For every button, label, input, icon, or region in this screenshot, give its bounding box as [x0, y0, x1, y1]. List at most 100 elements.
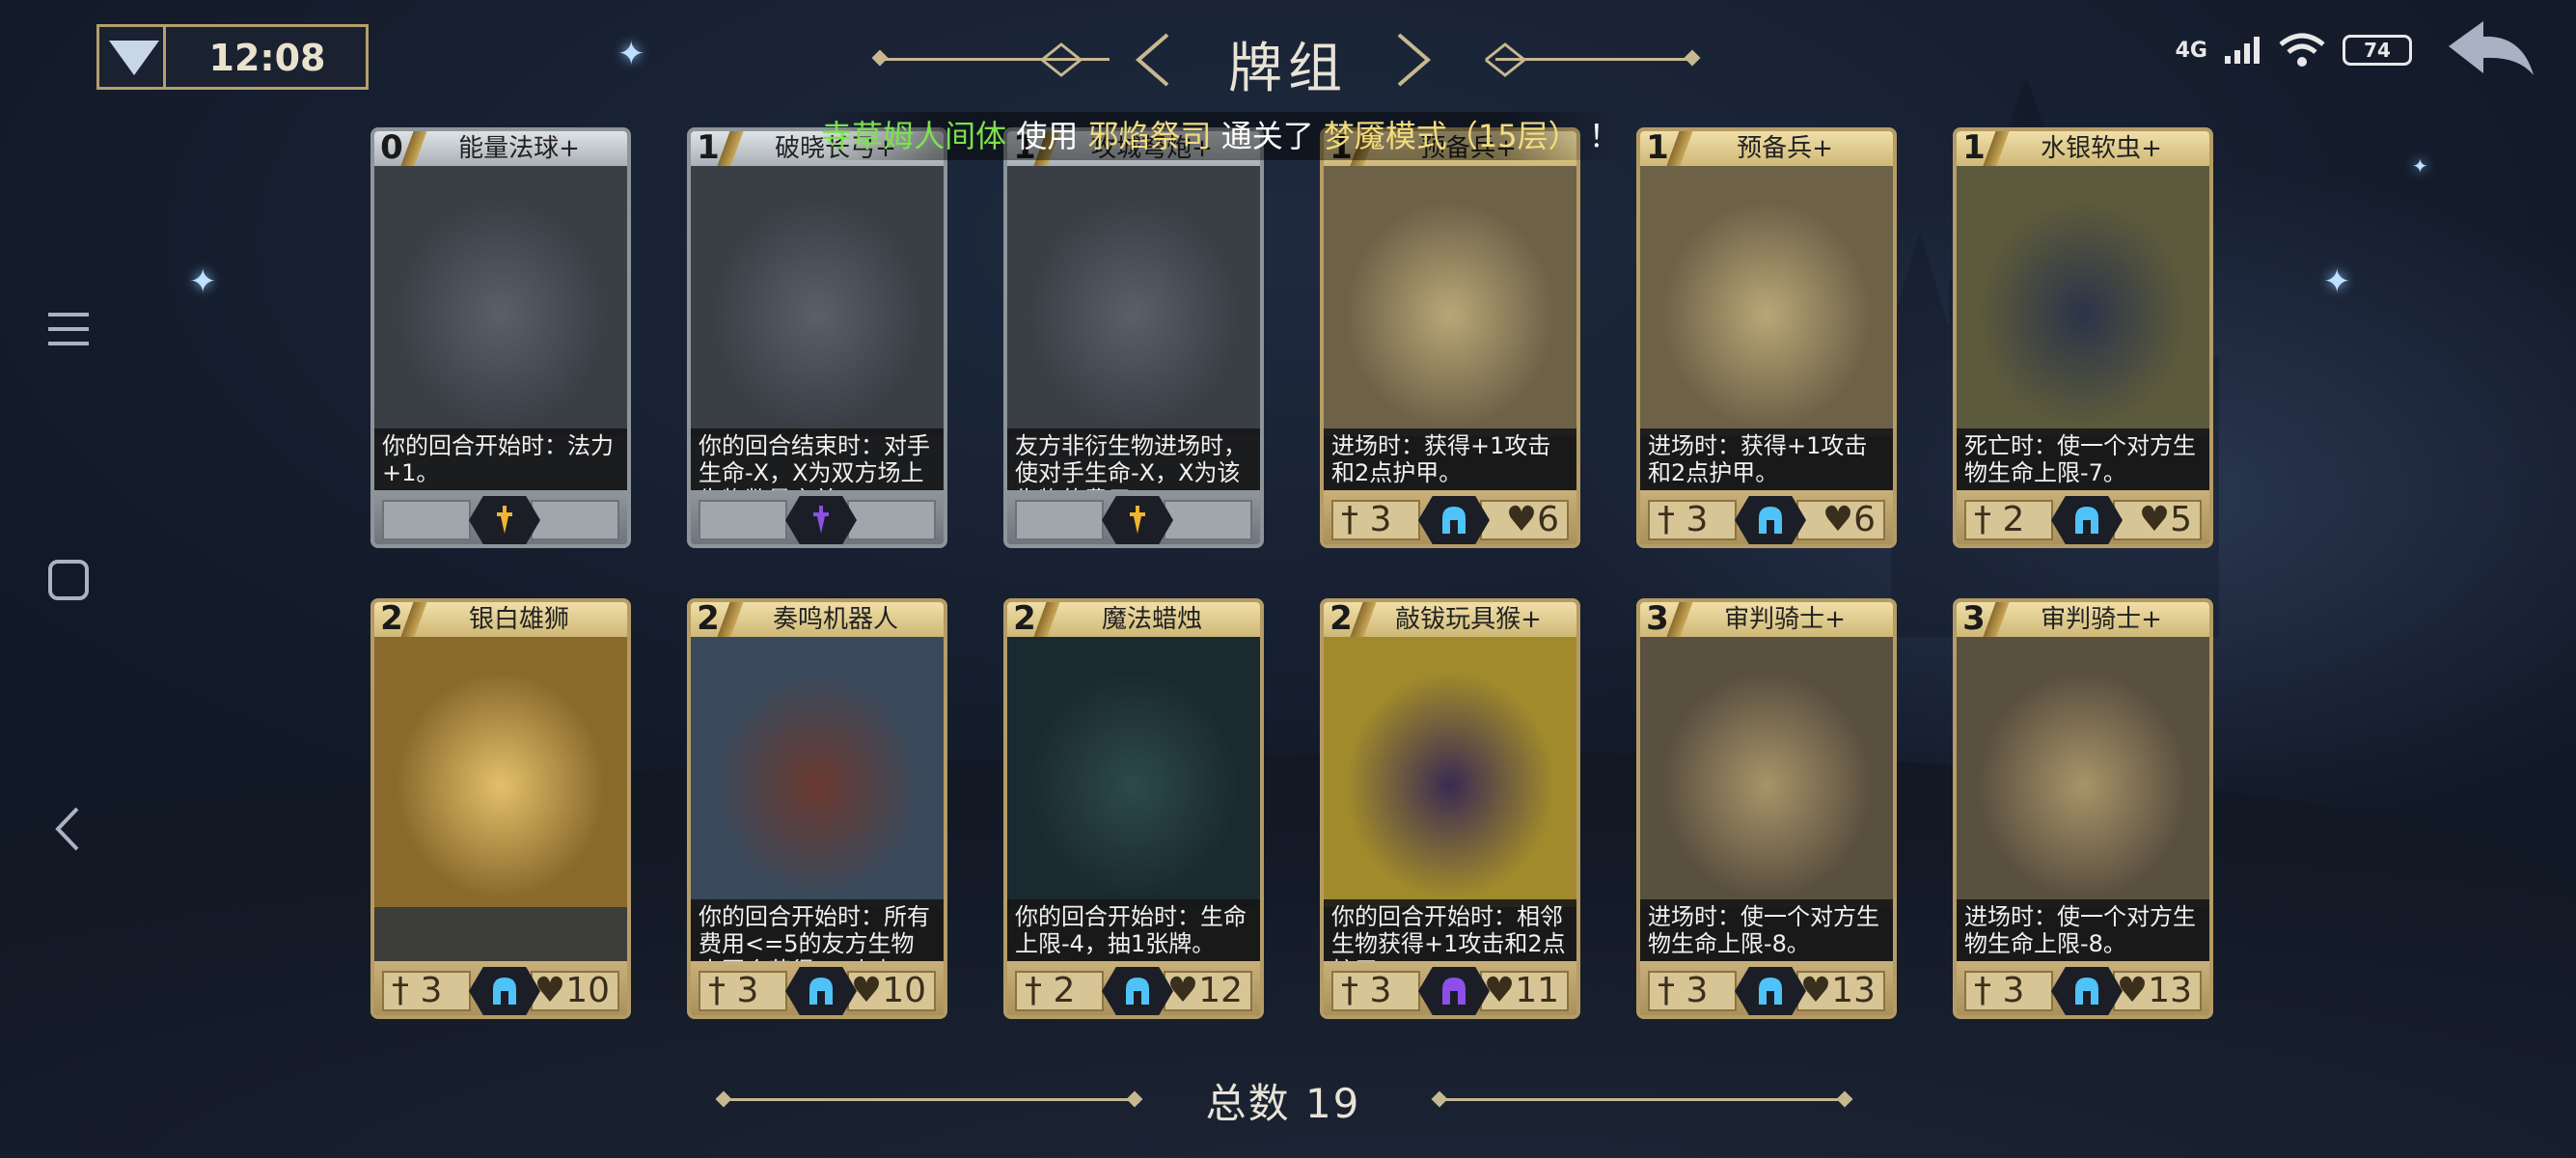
card-art [691, 166, 944, 436]
helmet-icon [493, 978, 516, 1005]
health-value: 11 [1515, 971, 1559, 1010]
network-type: 4G [2175, 38, 2207, 63]
star-decoration: ✦ [189, 262, 217, 301]
card-stats: † 3 ♥13 [1640, 961, 1893, 1015]
card-art [1957, 637, 2209, 907]
card-stats: † 3 ♥6 [1640, 490, 1893, 544]
deck-card[interactable]: 3 审判骑士+ 进场时：使一个对方生物生命上限-8。 † 3 ♥13 [1953, 598, 2213, 1019]
dagger-icon [1130, 506, 1145, 534]
card-art [1640, 166, 1893, 436]
deck-card[interactable]: 1预备兵+进场时：获得+1攻击和2点护甲。† 3♥6 [1636, 127, 1897, 548]
deck-card[interactable]: 1 水银软虫+ 死亡时：使一个对方生物生命上限-7。 † 2 ♥5 [1953, 127, 2213, 548]
card-name: 水银软虫+ [2041, 134, 2162, 163]
card-health: ♥11 [1480, 971, 1569, 1011]
card-attack: † 3 [1648, 500, 1737, 540]
card-type-gem [1735, 496, 1806, 544]
card-stats [691, 490, 944, 544]
card-health: ♥13 [2113, 971, 2202, 1011]
notice-end: ！ [1588, 118, 1620, 154]
card-description: 你的回合开始时：生命上限-4，抽1张牌。 [1007, 899, 1260, 961]
card-description: 你的回合开始时：法力+1。 [374, 428, 627, 490]
health-value: 13 [1831, 971, 1876, 1010]
total-count-bar: 总数 19 [714, 1071, 1853, 1129]
helmet-icon [809, 978, 833, 1005]
health-value: 10 [565, 971, 610, 1010]
card-type-gem [1102, 496, 1173, 544]
helmet-icon [1759, 507, 1782, 534]
star-decoration: ✦ [617, 35, 645, 73]
page-title: 牌组 [1228, 38, 1348, 100]
card-type-gem [2051, 967, 2123, 1015]
card-health: ♥6 [1796, 500, 1885, 540]
card-stats: † 3 ♥6 [1324, 490, 1576, 544]
card-stats: † 2 ♥5 [1957, 490, 2209, 544]
deck-card[interactable]: 0 能量法球+ 你的回合开始时：法力+1。 [370, 127, 631, 548]
health-value: 6 [1537, 500, 1559, 539]
deck-card[interactable]: 2敲钹玩具猴+你的回合开始时：相邻生物获得+1攻击和2点护甲。† 3♥11 [1320, 598, 1580, 1019]
card-art [1324, 166, 1576, 436]
deck-card[interactable]: 2奏鸣机器人你的回合开始时：所有费用<=5的友方生物本回合获得+1攻击。† 3♥… [687, 598, 947, 1019]
deck-card[interactable]: 1破晓长弓+你的回合结束时：对手生命-X，X为双方场上生物数量之差。 [687, 127, 947, 548]
card-stats: † 2 ♥12 [1007, 961, 1260, 1015]
health-value: 10 [882, 971, 926, 1010]
back-chevron-icon[interactable] [44, 805, 93, 853]
clear-notice-banner: 寺草姆人间体 使用 邪焰祭司 通关了 梦魇模式（15层） ！ [820, 112, 1621, 160]
attack-value: 3 [1685, 500, 1709, 539]
attack-value: 2 [1053, 971, 1076, 1010]
helmet-icon [2075, 978, 2098, 1005]
star-decoration: ✦ [2323, 262, 2351, 301]
deck-card[interactable]: 2 银白雄狮 † 3 ♥10 [370, 598, 631, 1019]
card-name: 魔法蜡烛 [1101, 605, 1202, 634]
deck-card[interactable]: 1预备兵+进场时：获得+1攻击和2点护甲。† 3♥6 [1320, 127, 1580, 548]
card-art [1007, 637, 1260, 907]
health-value: 6 [1853, 500, 1876, 539]
helmet-icon [2075, 507, 2098, 534]
card-stats: † 3 ♥10 [691, 961, 944, 1015]
card-attack: † 2 [1964, 500, 2053, 540]
deck-card[interactable]: 3 审判骑士+ 进场时：使一个对方生物生命上限-8。 † 3 ♥13 [1636, 598, 1897, 1019]
card-art [374, 637, 627, 907]
card-art [1324, 637, 1576, 907]
card-health: ♥12 [1164, 971, 1252, 1011]
card-description: 进场时：使一个对方生物生命上限-8。 [1640, 899, 1893, 961]
card-description: 进场时：获得+1攻击和2点护甲。 [1640, 428, 1893, 490]
status-bar: 4G 74 [2176, 31, 2412, 69]
card-description: 你的回合结束时：对手生命-X，X为双方场上生物数量之差。 [691, 428, 944, 513]
wifi-icon [2279, 33, 2325, 67]
card-name: 银白雄狮 [468, 605, 569, 634]
card-art [374, 166, 627, 436]
card-attack: † 2 [1015, 971, 1104, 1011]
card-art [1957, 166, 2209, 436]
clock-dropdown[interactable]: 12:08 [96, 24, 369, 90]
attack-value: 3 [1369, 971, 1392, 1010]
signal-icon [2225, 37, 2260, 64]
card-type-gem [469, 967, 540, 1015]
home-square-icon[interactable] [44, 556, 93, 604]
card-name: 奏鸣机器人 [772, 605, 898, 634]
notice-mode: 梦魇模式（15层） [1323, 118, 1579, 154]
card-type-gem [785, 496, 857, 544]
card-attack: † 3 [382, 971, 471, 1011]
card-attack: † 3 [1331, 500, 1420, 540]
attack-value: 3 [2002, 971, 2025, 1010]
clock-time: 12:08 [208, 37, 326, 79]
card-description: 进场时：获得+1攻击和2点护甲。 [1324, 428, 1576, 490]
health-value: 13 [2148, 971, 2192, 1010]
card-attack: † 3 [1964, 971, 2053, 1011]
back-arrow-icon[interactable] [2445, 17, 2537, 85]
card-description: 死亡时：使一个对方生物生命上限-7。 [1957, 428, 2209, 490]
card-health: ♥5 [2113, 500, 2202, 540]
deck-card[interactable]: 2 魔法蜡烛你的回合开始时：生命上限-4，抽1张牌。 † 2 ♥12 [1003, 598, 1264, 1019]
menu-icon[interactable] [44, 305, 93, 353]
attack-value: 3 [1369, 500, 1392, 539]
deck-card[interactable]: 1攻城弩炮+友方非衍生物进场时，使对手生命-X，X为该生物的费用。 [1003, 127, 1264, 548]
card-stats [374, 490, 627, 544]
notice-clear: 通关了 [1220, 118, 1314, 154]
card-health: ♥10 [531, 971, 619, 1011]
card-name: 审判骑士+ [2041, 605, 2162, 634]
card-description: 你的回合开始时：相邻生物获得+1攻击和2点护甲。 [1324, 899, 1576, 984]
card-description: 你的回合开始时：所有费用<=5的友方生物本回合获得+1攻击。 [691, 899, 944, 984]
star-decoration: ✦ [2412, 154, 2428, 178]
helmet-icon [1442, 978, 1466, 1005]
helmet-icon [1442, 507, 1466, 534]
